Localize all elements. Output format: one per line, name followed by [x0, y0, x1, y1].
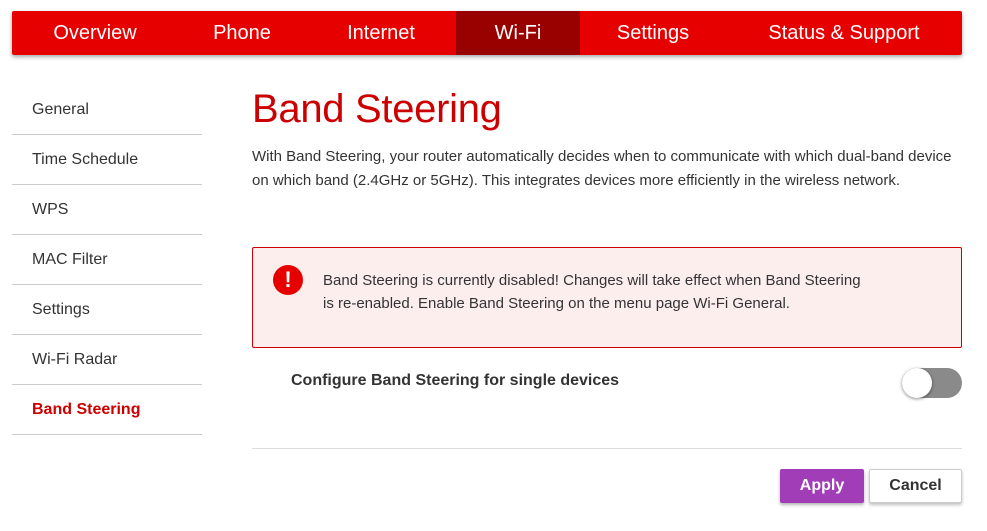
cancel-button[interactable]: Cancel	[869, 469, 962, 503]
intro-text: With Band Steering, your router automati…	[252, 148, 952, 189]
toggle-knob	[902, 368, 932, 398]
sidebar-item-wifi-radar[interactable]: Wi-Fi Radar	[12, 335, 202, 385]
tab-phone[interactable]: Phone	[178, 11, 306, 55]
band-steering-toggle[interactable]	[902, 368, 962, 398]
apply-button[interactable]: Apply	[780, 469, 864, 503]
sidebar-item-wps[interactable]: WPS	[12, 185, 202, 235]
single-device-setting-row: Configure Band Steering for single devic…	[252, 365, 962, 405]
page-title: Band Steering	[252, 87, 502, 131]
divider	[252, 448, 962, 449]
sidebar-item-band-steering[interactable]: Band Steering	[12, 385, 202, 435]
disabled-alert: ! Band Steering is currently disabled! C…	[252, 247, 962, 348]
main-content: Band Steering With Band Steering, your r…	[252, 85, 962, 503]
setting-label: Configure Band Steering for single devic…	[291, 372, 620, 389]
sidebar-menu: General Time Schedule WPS MAC Filter Set…	[12, 85, 202, 435]
sidebar-item-general[interactable]: General	[12, 85, 202, 135]
tab-internet[interactable]: Internet	[306, 11, 456, 55]
tab-status-support[interactable]: Status & Support	[726, 11, 962, 55]
alert-message: Band Steering is currently disabled! Cha…	[323, 272, 861, 312]
top-navigation: Overview Phone Internet Wi-Fi Settings S…	[12, 11, 962, 55]
sidebar-item-settings[interactable]: Settings	[12, 285, 202, 335]
tab-wifi[interactable]: Wi-Fi	[456, 11, 580, 55]
exclamation-icon: !	[273, 265, 303, 295]
tab-overview[interactable]: Overview	[12, 11, 178, 55]
sidebar-item-mac-filter[interactable]: MAC Filter	[12, 235, 202, 285]
tab-settings[interactable]: Settings	[580, 11, 726, 55]
sidebar-item-time-schedule[interactable]: Time Schedule	[12, 135, 202, 185]
